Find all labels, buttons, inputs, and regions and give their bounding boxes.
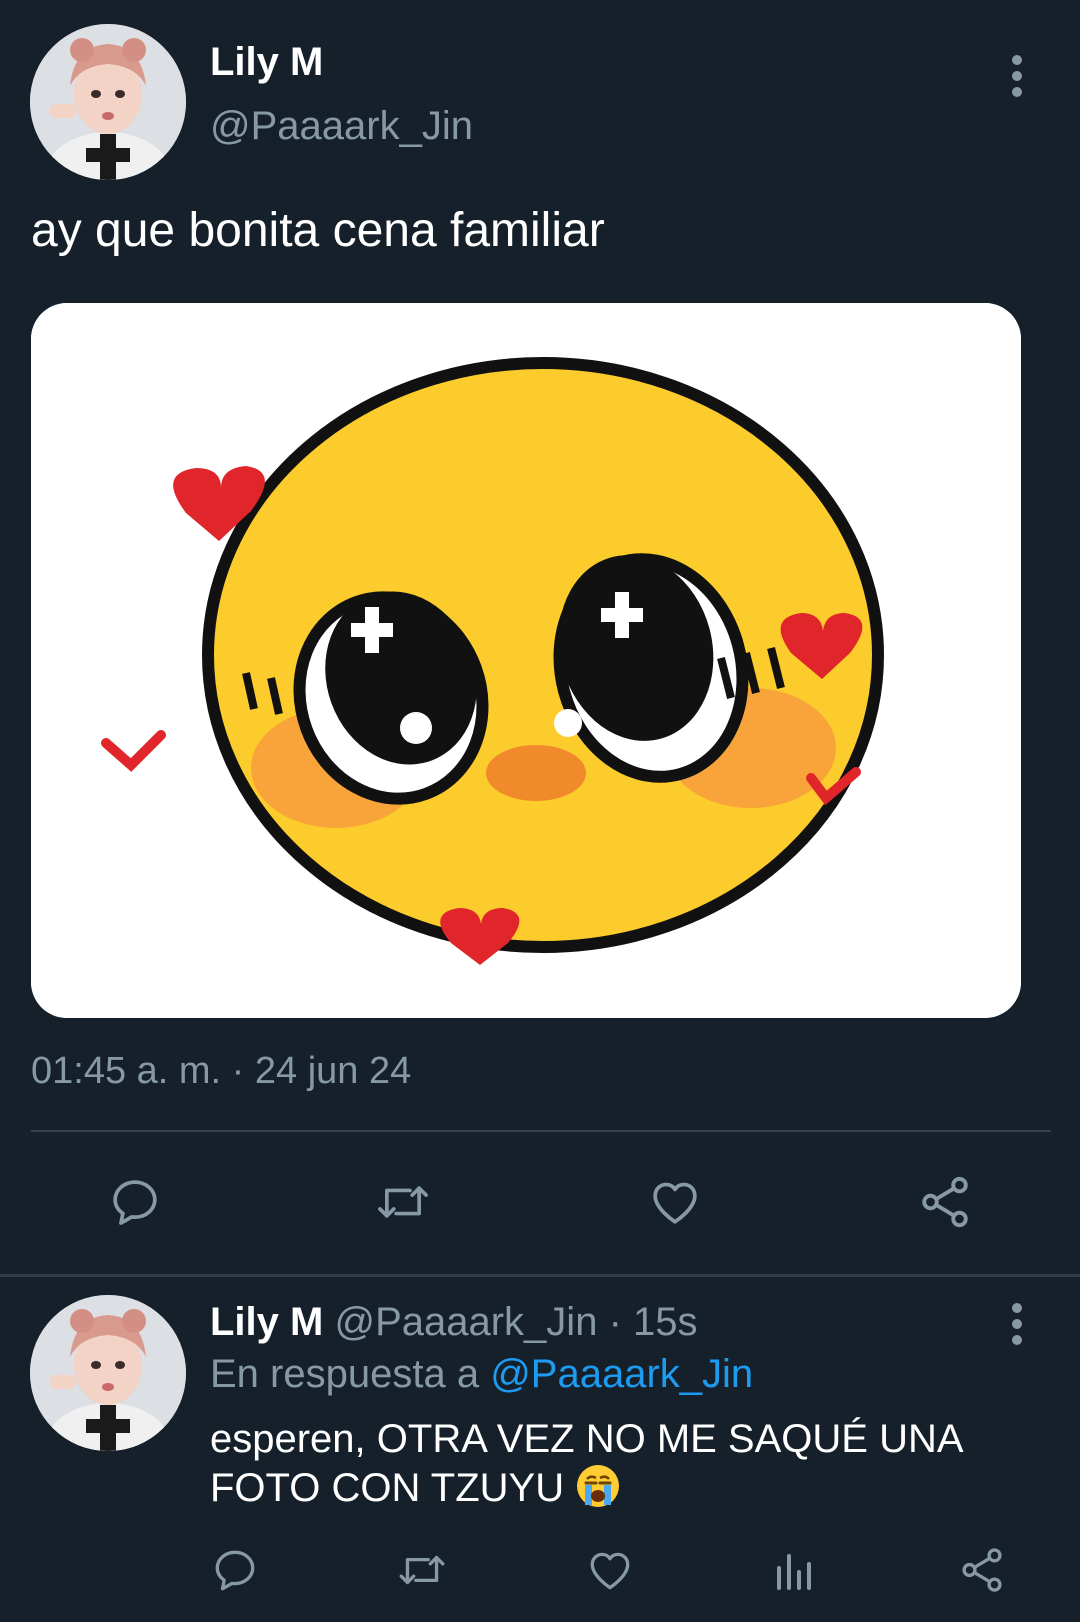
reply-time[interactable]: 15s [633,1300,698,1344]
reply-author-avatar[interactable] [30,1295,186,1451]
divider [31,1130,1051,1132]
avatar-image [30,1295,186,1451]
reply-author-name[interactable]: Lily M [210,1300,323,1344]
share-icon [922,1176,968,1228]
like-button[interactable] [640,1172,710,1232]
crying-face-emoji [577,1465,620,1507]
retweet-icon [399,1555,445,1585]
tweet-text: ay que bonita cena familiar [31,204,605,257]
tweet-timestamp[interactable]: 01:45 a. m. · 24 jun 24 [31,1050,411,1093]
in-reply-to-mention[interactable]: @Paaaark_Jin [490,1352,753,1396]
reply-icon [215,1550,255,1591]
author-avatar[interactable] [30,24,186,180]
reply-author-handle[interactable]: @Paaaark_Jin [334,1300,597,1344]
reply-retweet-button[interactable] [392,1540,452,1600]
reply-text-block: esperen, OTRA VEZ NO ME SAQUÉ UNA FOTO C… [210,1415,1010,1512]
author-name[interactable]: Lily M [210,40,323,85]
share-button[interactable] [910,1172,980,1232]
more-options-icon[interactable] [1007,54,1027,98]
reply-share-button[interactable] [952,1540,1012,1600]
share-icon [962,1548,1002,1592]
analytics-icon [777,1554,811,1590]
reply-button[interactable] [100,1172,170,1232]
in-reply-to: En respuesta a @Paaaark_Jin [210,1352,753,1397]
like-icon [653,1182,697,1224]
in-reply-to-label: En respuesta a [210,1352,480,1396]
reply-icon [113,1180,157,1225]
reply-header: Lily M @Paaaark_Jin · 15s [210,1300,698,1345]
retweet-button[interactable] [368,1172,438,1232]
reply-more-options-icon[interactable] [1007,1302,1027,1346]
retweet-icon [378,1186,428,1218]
reply-reply-button[interactable] [205,1540,265,1600]
tweet-media-image[interactable] [31,303,1021,1018]
author-handle[interactable]: @Paaaark_Jin [210,104,473,149]
reply-separator: · [608,1300,622,1344]
avatar-image [30,24,186,180]
section-divider [0,1274,1080,1277]
like-icon [590,1552,630,1590]
pleading-face-sticker-image [31,303,1021,1018]
reply-analytics-button[interactable] [765,1540,825,1600]
reply-like-button[interactable] [580,1540,640,1600]
